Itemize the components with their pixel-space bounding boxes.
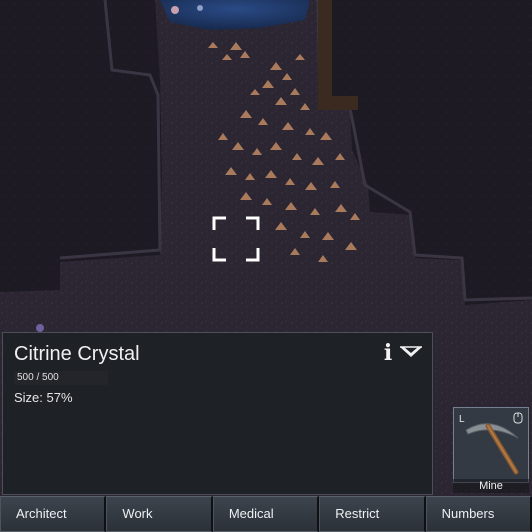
inspect-pane: Citrine Crystal i 500 / 500 Size: 57% [2,332,433,495]
size-readout: Size: 57% [14,390,73,405]
mine-command-label: Mine [453,479,529,493]
mineral-vein-lower [318,96,358,110]
hit-points-text: 500 / 500 [17,372,59,383]
selection-bracket [212,216,260,262]
tab-medical[interactable]: Medical [212,496,320,532]
tab-restrict[interactable]: Restrict [319,496,426,532]
item-on-ground[interactable] [36,324,44,332]
pickaxe-icon [465,423,519,475]
colonist-pawn[interactable] [171,6,179,14]
colonist-pawn-2[interactable] [197,5,203,11]
collapse-arrow-icon[interactable] [399,345,423,361]
inspect-title: Citrine Crystal [14,343,140,365]
info-icon[interactable]: i [378,341,398,365]
main-tab-bar: Architect Work Medical Restrict Numbers [0,496,532,532]
mine-command-button[interactable]: L [453,407,529,483]
mineral-vein [318,0,332,110]
tab-architect[interactable]: Architect [0,496,107,532]
tab-work[interactable]: Work [106,496,213,532]
tab-numbers[interactable]: Numbers [425,496,532,532]
hit-points-bar: 500 / 500 [14,371,108,385]
